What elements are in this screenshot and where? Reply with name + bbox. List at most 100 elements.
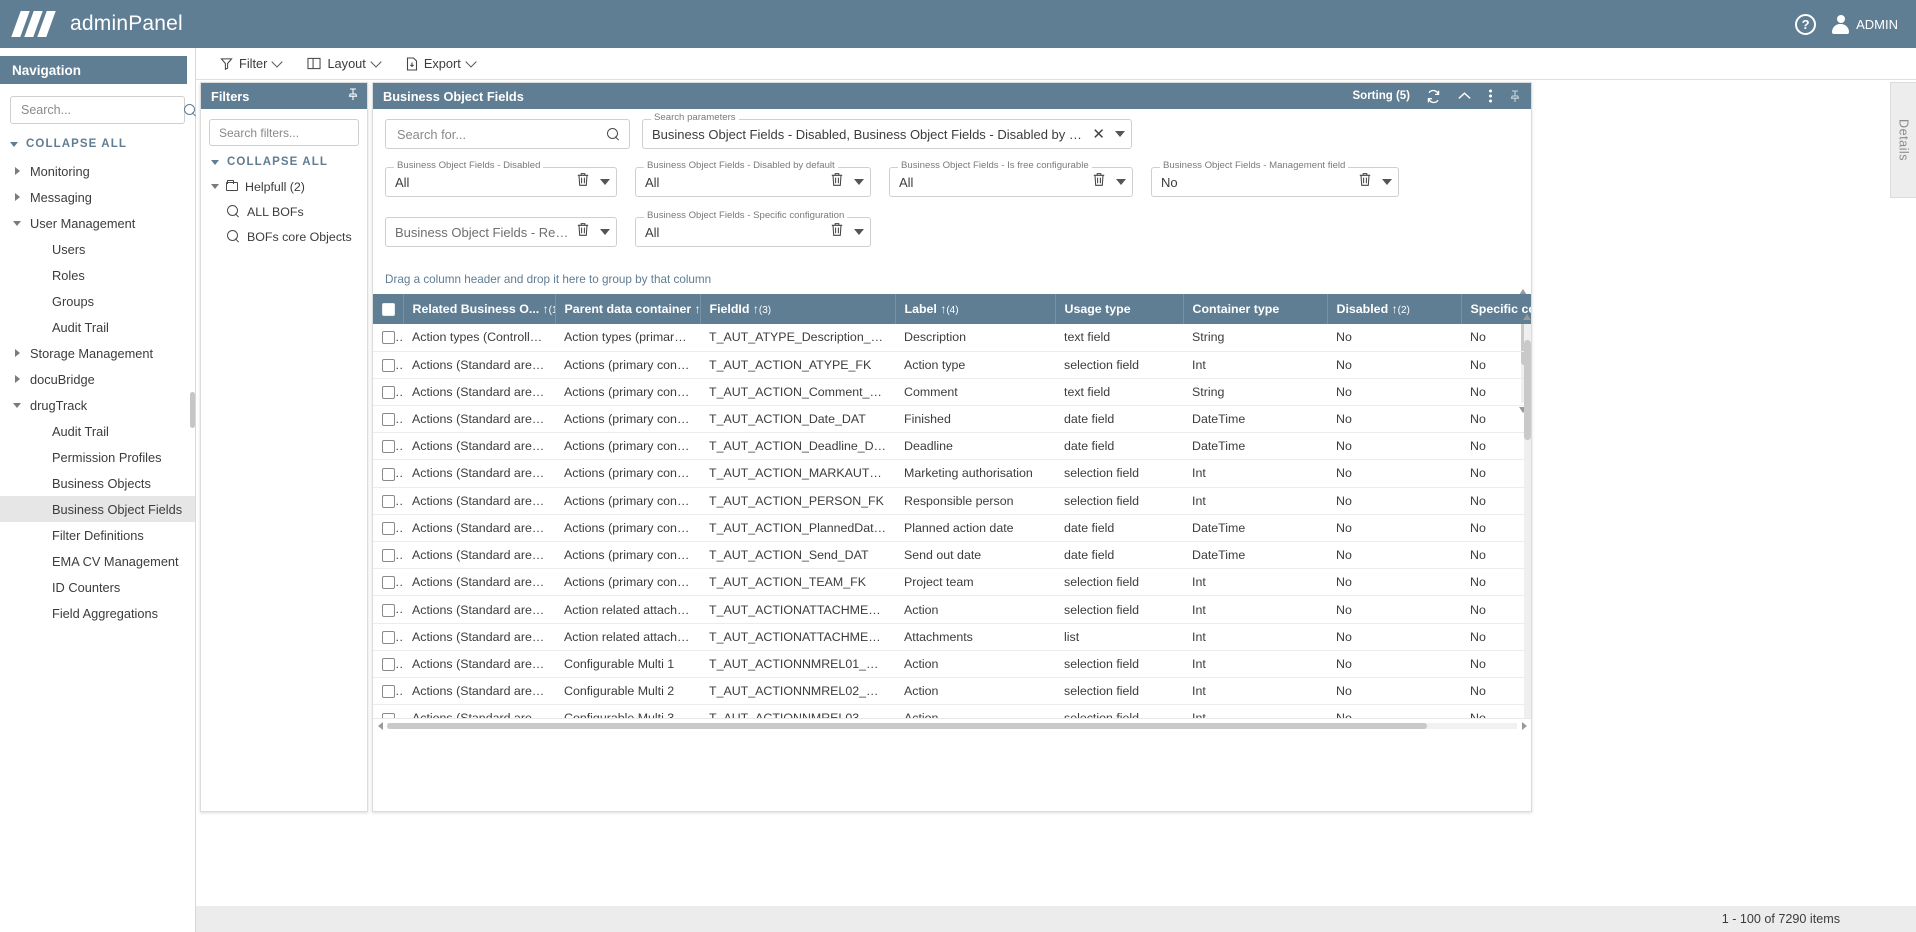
table-row[interactable]: Actions (Standard area...Configurable Mu… xyxy=(373,650,1531,679)
trash-icon[interactable] xyxy=(1092,172,1106,192)
table-row[interactable]: Actions (Standard area... Actions (primar… xyxy=(373,351,1531,379)
nav-search-box[interactable] xyxy=(10,96,195,124)
sidebar-item-ema-cv-management[interactable]: EMA CV Management xyxy=(0,548,195,574)
filters-search-box[interactable] xyxy=(209,119,387,146)
pin-icon[interactable] xyxy=(347,88,359,104)
table-row[interactable]: Actions (Standard area... Action related … xyxy=(373,623,1531,651)
filters-collapse-all[interactable]: COLLAPSE ALL xyxy=(201,146,367,174)
row-checkbox[interactable] xyxy=(382,467,395,481)
layout-menu-button[interactable]: Layout xyxy=(299,52,387,75)
table-row[interactable]: Action types (Controlle... Action types (… xyxy=(373,324,1531,352)
sidebar-item-field-aggregations[interactable]: Field Aggregations xyxy=(0,600,195,626)
sidebar-item-business-object-fields[interactable]: Business Object Fields xyxy=(0,496,195,522)
sidebar-item-audit-trail[interactable]: Audit Trail xyxy=(0,314,195,340)
select-all-header[interactable] xyxy=(373,294,404,324)
row-select-cell[interactable] xyxy=(373,324,403,352)
chevron-down-icon[interactable] xyxy=(12,402,22,408)
trash-icon[interactable] xyxy=(1358,172,1372,192)
row-select-cell[interactable] xyxy=(373,378,403,406)
row-checkbox[interactable] xyxy=(382,385,395,399)
filter-field-1[interactable]: Business Object Fields - Disabled by def… xyxy=(635,161,871,197)
row-checkbox[interactable] xyxy=(382,440,395,454)
trash-icon[interactable] xyxy=(576,222,590,242)
filter-field-3[interactable]: Business Object Fields - Management fiel… xyxy=(1151,161,1399,197)
chevron-right-icon[interactable] xyxy=(12,167,22,175)
sidebar-item-users[interactable]: Users xyxy=(0,236,195,262)
filter-item-bofs-core-objects[interactable]: BOFs core Objects xyxy=(201,224,367,249)
row-checkbox[interactable] xyxy=(382,603,395,617)
sidebar-item-roles[interactable]: Roles xyxy=(0,262,195,288)
sidebar-item-id-counters[interactable]: ID Counters xyxy=(0,574,195,600)
table-row[interactable]: Actions (Standard area... Actions (primar… xyxy=(373,405,1531,434)
chevron-right-icon[interactable] xyxy=(12,349,22,357)
more-options-icon[interactable] xyxy=(1488,88,1493,104)
chevron-down-icon[interactable] xyxy=(1115,131,1125,137)
scroll-left-arrow-icon[interactable] xyxy=(373,721,387,730)
table-row[interactable]: Actions (Standard area... Actions (primar… xyxy=(373,378,1531,406)
row-checkbox[interactable] xyxy=(382,331,395,345)
row-select-cell[interactable] xyxy=(373,595,403,624)
column-header-fieldid[interactable]: FieldId ↑(3) xyxy=(700,294,896,324)
select-all-checkbox[interactable] xyxy=(382,303,395,317)
sidebar-item-storage-management[interactable]: Storage Management xyxy=(0,340,195,366)
row-select-cell[interactable] xyxy=(373,459,403,488)
table-row[interactable]: Actions (Standard area... Actions (primar… xyxy=(373,568,1531,597)
sidebar-item-groups[interactable]: Groups xyxy=(0,288,195,314)
pin-icon[interactable] xyxy=(1509,89,1521,103)
nav-search-input[interactable] xyxy=(19,102,184,118)
scroll-thumb[interactable] xyxy=(387,722,1427,729)
trash-icon[interactable] xyxy=(830,172,844,192)
sidebar-item-user-management[interactable]: User Management xyxy=(0,210,195,236)
brand-logo[interactable]: adminPanel xyxy=(0,11,183,37)
scroll-track[interactable] xyxy=(387,722,1517,729)
table-row[interactable]: Actions (Standard area... Actions (primar… xyxy=(373,432,1531,461)
filter-field-2[interactable]: Business Object Fields - Is free configu… xyxy=(889,161,1133,197)
search-icon[interactable] xyxy=(607,127,620,141)
chevron-down-icon[interactable] xyxy=(854,179,864,185)
sidebar-item-monitoring[interactable]: Monitoring xyxy=(0,158,195,184)
help-icon[interactable]: ? xyxy=(1795,13,1817,35)
scroll-up-arrow-icon[interactable] xyxy=(1523,314,1531,320)
filter-field-4[interactable]: Business Object Fields - Related B¦ xyxy=(385,217,617,247)
row-select-cell[interactable] xyxy=(373,487,403,515)
row-checkbox[interactable] xyxy=(382,630,395,644)
row-checkbox[interactable] xyxy=(382,413,395,427)
filters-search-input[interactable] xyxy=(217,124,376,141)
grid-search-box[interactable] xyxy=(385,119,630,149)
row-select-cell[interactable] xyxy=(373,623,403,651)
column-header-parent-data-container[interactable]: Parent data container ↑(5) xyxy=(555,294,701,324)
row-select-cell[interactable] xyxy=(373,568,403,597)
trash-icon[interactable] xyxy=(830,222,844,242)
trash-icon[interactable] xyxy=(576,172,590,192)
user-menu[interactable]: ADMIN xyxy=(1832,14,1898,34)
sidebar-item-permission-profiles[interactable]: Permission Profiles xyxy=(0,444,195,470)
collapse-chevron-up-icon[interactable] xyxy=(1457,90,1472,102)
row-checkbox[interactable] xyxy=(382,549,395,563)
sidebar-item-docubridge[interactable]: docuBridge xyxy=(0,366,195,392)
table-row[interactable]: Actions (Standard area... Actions (primar… xyxy=(373,487,1531,515)
filter-menu-button[interactable]: Filter xyxy=(212,52,289,75)
column-header-label[interactable]: Label ↑(4) xyxy=(895,294,1056,324)
chevron-down-icon[interactable] xyxy=(1382,179,1392,185)
search-icon[interactable] xyxy=(184,103,197,117)
sorting-button[interactable]: Sorting (5) xyxy=(1353,90,1411,102)
sidebar-item-drugtrack[interactable]: drugTrack xyxy=(0,392,195,418)
row-checkbox[interactable] xyxy=(382,685,395,699)
column-header-container-type[interactable]: Container type xyxy=(1183,294,1328,324)
column-header-related-business-o-[interactable]: Related Business O... ↑(1) xyxy=(403,294,556,324)
search-parameters-field[interactable]: Search parameters Business Object Fields… xyxy=(642,113,1132,149)
filters-panel-scroll-handle[interactable] xyxy=(190,392,195,428)
scroll-thumb[interactable] xyxy=(1524,340,1531,440)
scroll-right-arrow-icon[interactable] xyxy=(1517,721,1531,730)
row-select-cell[interactable] xyxy=(373,541,403,570)
column-header-usage-type[interactable]: Usage type xyxy=(1055,294,1184,324)
table-row[interactable]: Actions (Standard area... Action related … xyxy=(373,595,1531,624)
chevron-down-icon[interactable] xyxy=(600,229,610,235)
clear-icon[interactable]: ✕ xyxy=(1092,127,1105,142)
row-select-cell[interactable] xyxy=(373,432,403,461)
sidebar-item-business-objects[interactable]: Business Objects xyxy=(0,470,195,496)
row-checkbox[interactable] xyxy=(382,358,395,372)
row-select-cell[interactable] xyxy=(373,514,403,543)
grid-search-input[interactable] xyxy=(395,125,607,143)
row-checkbox[interactable] xyxy=(382,522,395,536)
